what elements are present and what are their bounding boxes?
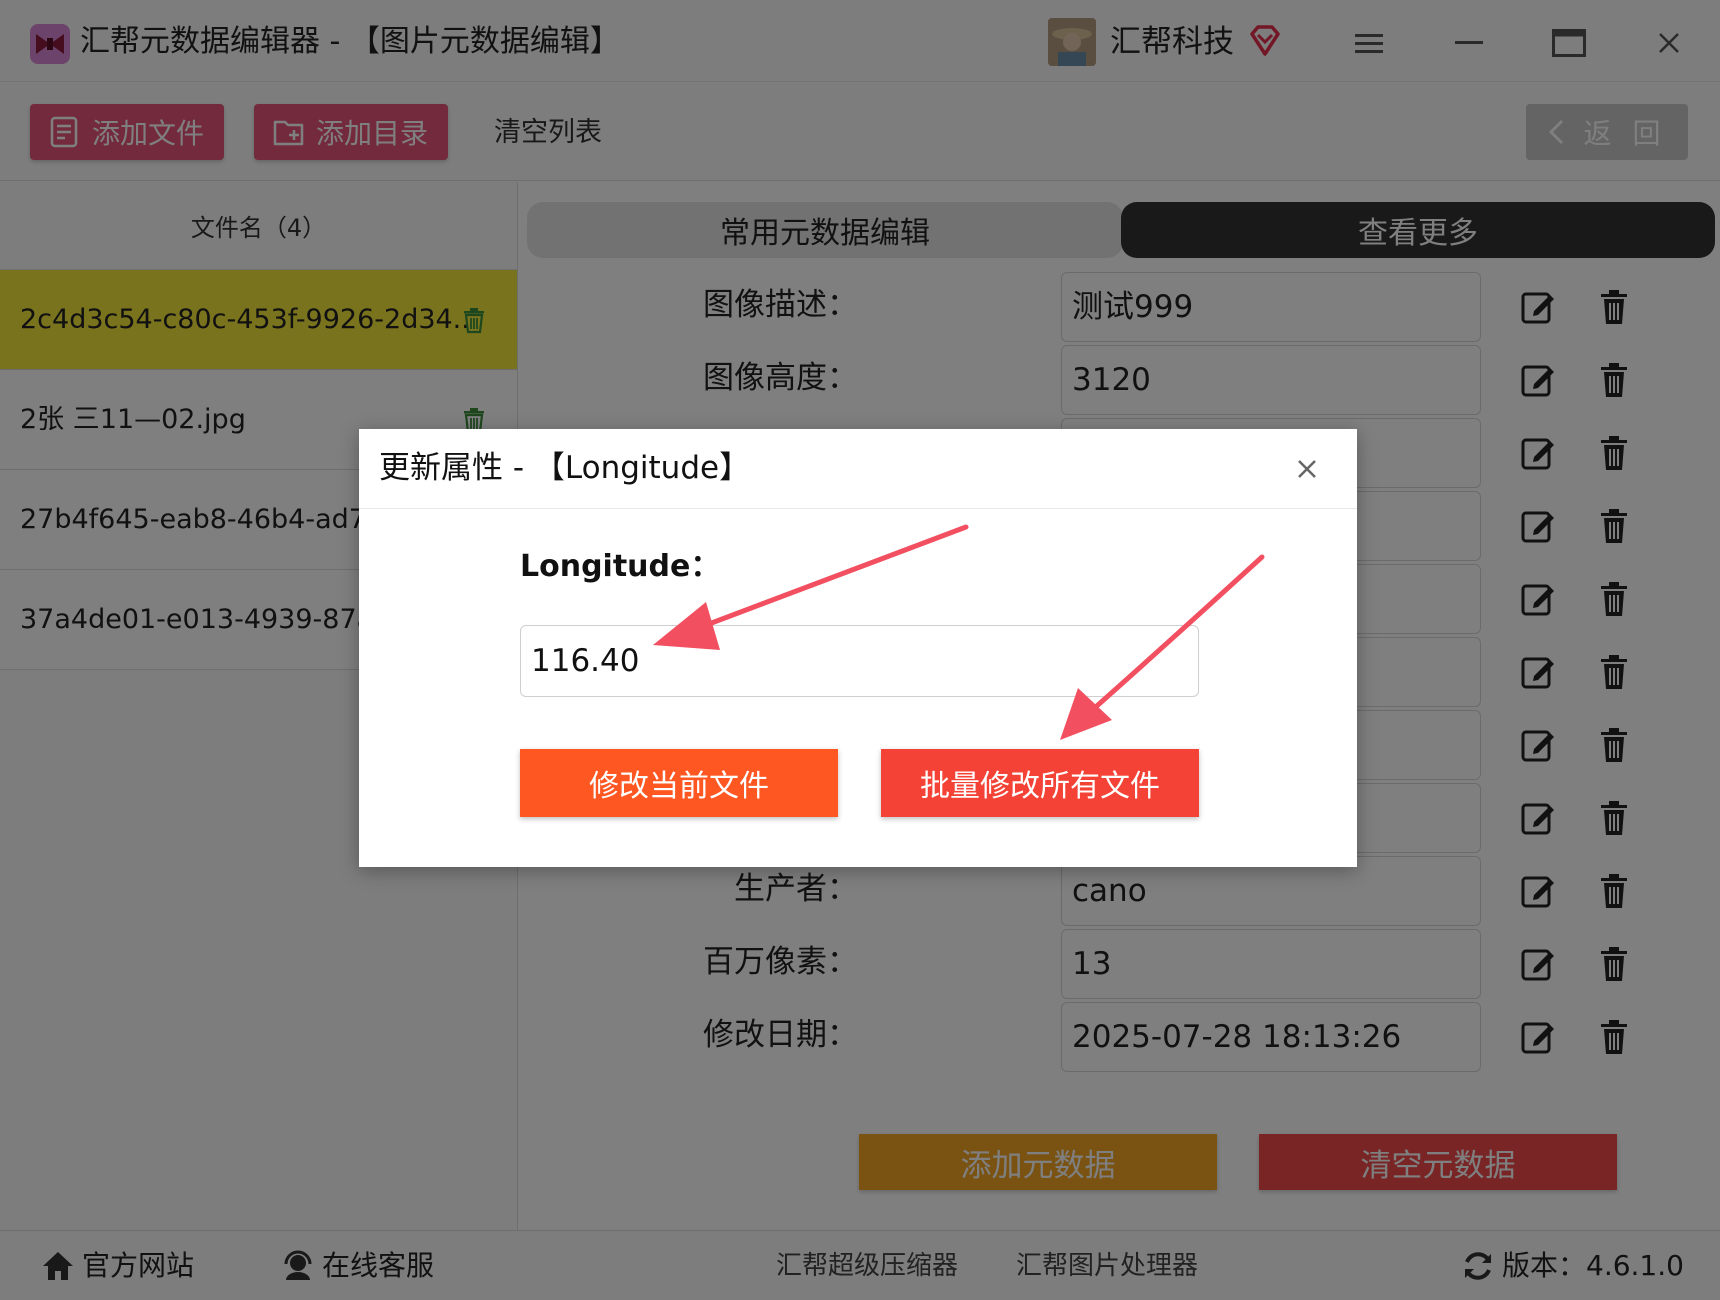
longitude-label: Longitude： (520, 549, 721, 584)
dialog-header: 更新属性 - 【Longitude】 (359, 429, 1357, 509)
dialog-title: 更新属性 - 【Longitude】 (379, 450, 751, 486)
modify-current-file-button[interactable]: 修改当前文件 (520, 749, 838, 817)
dialog-close-icon[interactable] (1289, 451, 1325, 487)
batch-modify-all-files-button[interactable]: 批量修改所有文件 (881, 749, 1199, 817)
longitude-input[interactable] (520, 625, 1199, 697)
update-property-dialog: 更新属性 - 【Longitude】 Longitude： 修改当前文件 批量修… (359, 429, 1357, 867)
